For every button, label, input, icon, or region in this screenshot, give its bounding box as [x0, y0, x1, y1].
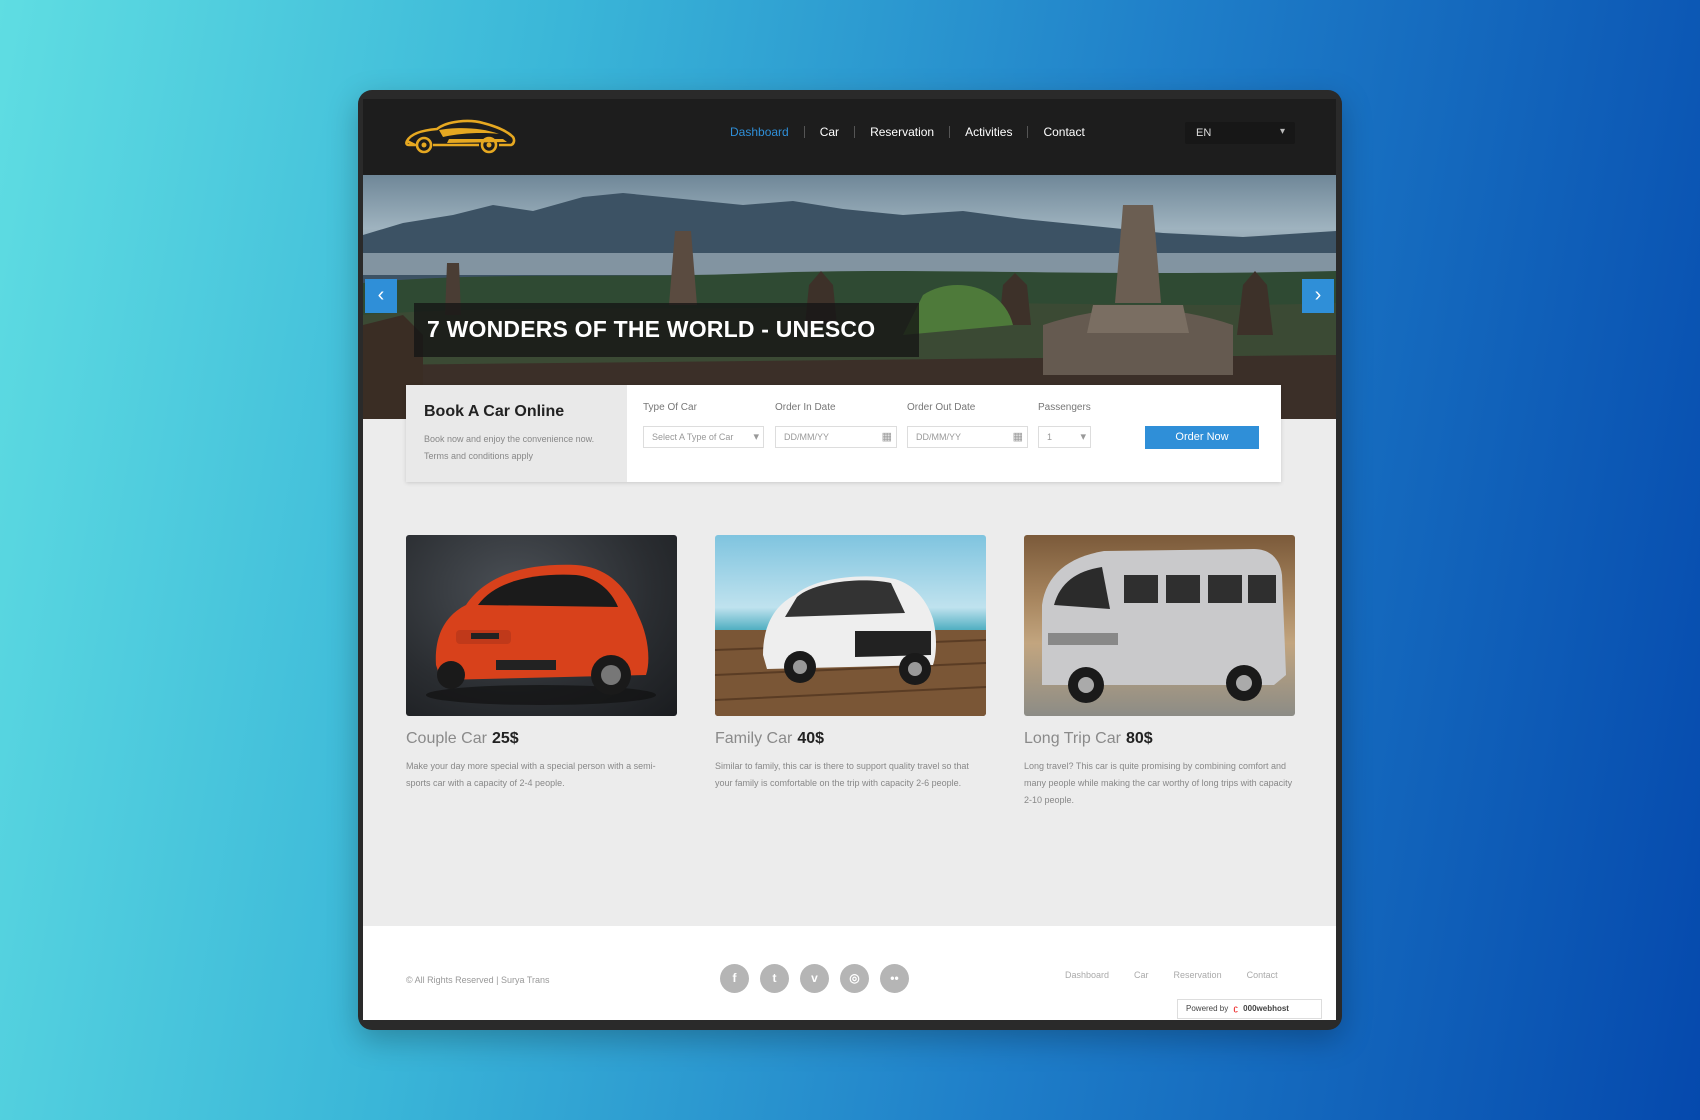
- chevron-down-icon: ▾: [1279, 126, 1285, 137]
- browser-frame: Dashboard Car Reservation Activities Con…: [358, 90, 1342, 1030]
- booking-description: Book now and enjoy the convenience now. …: [424, 434, 595, 461]
- flickr-icon[interactable]: ••: [880, 964, 909, 993]
- car-type-value: Select A Type of Car: [652, 432, 734, 442]
- in-date-input[interactable]: DD/MM/YY ▦: [775, 426, 897, 448]
- family-car-image[interactable]: [715, 535, 986, 716]
- couple-car-description: Make your day more special with a specia…: [406, 761, 656, 788]
- dribbble-icon[interactable]: ◎: [840, 964, 869, 993]
- out-date-input[interactable]: DD/MM/YY ▦: [907, 426, 1028, 448]
- car-name: Family Car: [715, 730, 793, 747]
- out-date-placeholder: DD/MM/YY: [916, 432, 961, 442]
- nav-link-dashboard[interactable]: Dashboard: [715, 126, 804, 138]
- powered-by-badge[interactable]: Powered by ʗ 000webhost: [1177, 999, 1322, 1019]
- long-trip-car-image[interactable]: [1024, 535, 1295, 716]
- car-price: 40$: [797, 730, 825, 747]
- slider-prev-button[interactable]: ‹: [365, 279, 397, 313]
- nav-link-contact[interactable]: Contact: [1027, 126, 1099, 138]
- car-price: 80$: [1125, 730, 1153, 747]
- footer-link-car[interactable]: Car: [1134, 970, 1149, 980]
- car-price: 25$: [491, 730, 519, 747]
- language-value: EN: [1196, 127, 1212, 139]
- copyright-text: © All Rights Reserved | Surya Trans: [406, 975, 550, 985]
- temple-landscape-image: [363, 193, 1336, 419]
- twitter-icon[interactable]: t: [760, 964, 789, 993]
- calendar-icon[interactable]: ▦: [882, 430, 892, 443]
- social-links: f t v ◎ ••: [720, 964, 920, 993]
- chevron-down-icon: ▾: [1080, 431, 1086, 443]
- car-card-long-trip[interactable]: Long Trip Car 80$ Long travel? This car i…: [1024, 535, 1295, 809]
- footer-nav: Dashboard Car Reservation Contact: [1065, 970, 1278, 980]
- nav-link-reservation[interactable]: Reservation: [854, 126, 949, 138]
- booking-title: Book A Car Online: [424, 403, 565, 420]
- couple-car-title: Couple Car 25$: [406, 730, 677, 748]
- page-footer: © All Rights Reserved | Surya Trans f t …: [363, 926, 1336, 1020]
- car-card-family[interactable]: Family Car 40$ Similar to family, this ca…: [715, 535, 986, 792]
- nav-link-car[interactable]: Car: [803, 126, 854, 138]
- hero-caption: 7 WONDERS OF THE WORLD - UNESCO: [427, 316, 876, 342]
- footer-link-dashboard[interactable]: Dashboard: [1065, 970, 1109, 980]
- booking-intro: Book A Car Online Book now and enjoy the…: [406, 385, 627, 482]
- powered-by-label: Powered by: [1186, 1004, 1229, 1013]
- vimeo-icon[interactable]: v: [800, 964, 829, 993]
- car-name: Couple Car: [406, 730, 487, 747]
- hero-slider: ‹ › 7 WONDERS OF THE WORLD - UNESCO: [363, 175, 1336, 419]
- passengers-select[interactable]: 1 ▾: [1038, 426, 1091, 448]
- chevron-down-icon: ▾: [753, 431, 759, 443]
- language-select[interactable]: EN ▾: [1185, 122, 1295, 144]
- car-name: Long Trip Car: [1024, 730, 1121, 747]
- booking-panel: Book A Car Online Book now and enjoy the…: [406, 385, 1281, 482]
- nav-link-activities[interactable]: Activities: [949, 126, 1027, 138]
- chevron-right-icon: ›: [1314, 284, 1322, 306]
- car-type-label: Type Of Car: [643, 402, 697, 413]
- slider-next-button[interactable]: ›: [1302, 279, 1334, 313]
- hero-caption-box: 7 WONDERS OF THE WORLD - UNESCO: [414, 303, 919, 357]
- long-trip-car-title: Long Trip Car 80$: [1024, 730, 1295, 748]
- facebook-icon[interactable]: f: [720, 964, 749, 993]
- webhost-logo-icon: ʗ: [1233, 1004, 1238, 1013]
- car-logo-icon[interactable]: [403, 115, 519, 155]
- footer-link-contact[interactable]: Contact: [1247, 970, 1278, 980]
- couple-car-image[interactable]: [406, 535, 677, 716]
- calendar-icon[interactable]: ▦: [1013, 430, 1023, 443]
- car-card-couple[interactable]: Couple Car 25$ Make your day more special…: [406, 535, 677, 792]
- order-now-button[interactable]: Order Now: [1145, 426, 1259, 449]
- passengers-label: Passengers: [1038, 402, 1091, 413]
- passengers-value: 1: [1047, 432, 1053, 442]
- powered-by-host: 000webhost: [1243, 1004, 1289, 1013]
- top-navbar: Dashboard Car Reservation Activities Con…: [363, 99, 1336, 175]
- car-type-select[interactable]: Select A Type of Car ▾: [643, 426, 764, 448]
- out-date-label: Order Out Date: [907, 402, 976, 413]
- main-menu: Dashboard Car Reservation Activities Con…: [715, 126, 1100, 138]
- chevron-left-icon: ‹: [377, 284, 385, 306]
- family-car-title: Family Car 40$: [715, 730, 986, 748]
- page-viewport: Dashboard Car Reservation Activities Con…: [363, 99, 1336, 1020]
- in-date-placeholder: DD/MM/YY: [784, 432, 829, 442]
- long-trip-car-description: Long travel? This car is quite promising…: [1024, 761, 1293, 805]
- family-car-description: Similar to family, this car is there to …: [715, 761, 969, 788]
- in-date-label: Order In Date: [775, 402, 836, 413]
- footer-link-reservation[interactable]: Reservation: [1174, 970, 1222, 980]
